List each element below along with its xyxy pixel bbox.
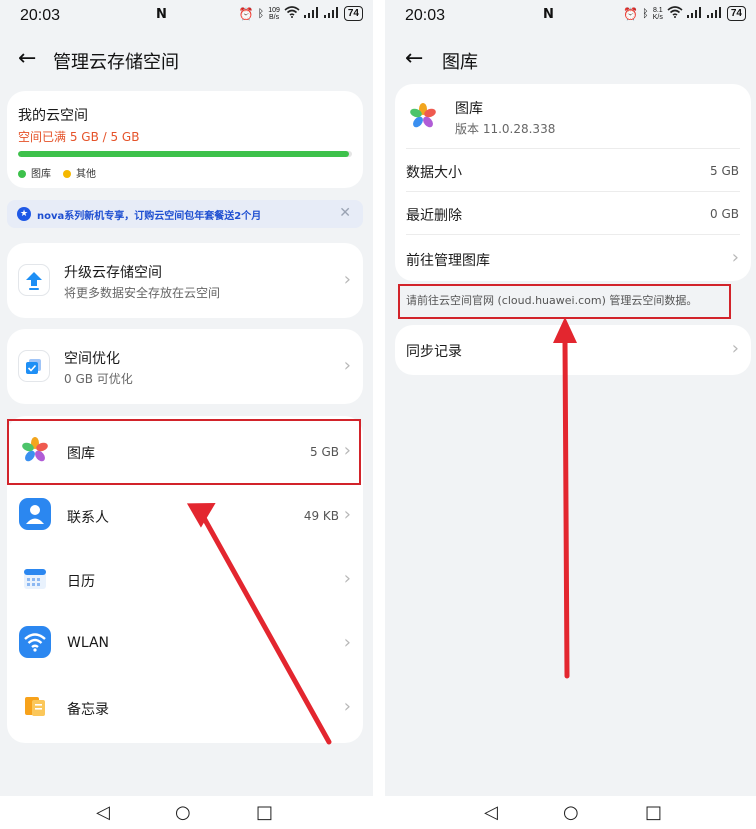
wifi-icon (284, 6, 300, 21)
highlight-box (7, 419, 361, 485)
promo-text: nova系列新机专享，订购云空间包年套餐送2个月 (37, 211, 262, 222)
legend-item-gallery: 图库 (18, 165, 51, 180)
chevron-right-icon: › (343, 355, 351, 376)
upload-icon (18, 264, 50, 296)
list-item-notes[interactable]: 备忘录 › (7, 676, 363, 740)
battery-icon: 74 (726, 6, 746, 21)
signal-icon (686, 6, 703, 21)
row-value: 0 GB (710, 207, 739, 221)
wifi-icon (19, 626, 51, 658)
notes-icon (19, 690, 51, 722)
network-speed: 8.1 K/s (652, 6, 663, 21)
navigation-bar: ◁ ○ □ (0, 796, 373, 829)
chevron-right-icon: › (731, 338, 739, 359)
calendar-icon (19, 562, 51, 594)
storage-card: 我的云空间 空间已满 5 GB / 5 GB 图库 其他 (7, 91, 363, 188)
status-bar: 20:03 N ⏰ ᛒ 109 B/s 74 (0, 0, 373, 32)
nfc-icon: N (156, 7, 167, 22)
chevron-right-icon: › (343, 568, 351, 589)
recently-deleted-row[interactable]: 最近删除 0 GB (395, 192, 751, 234)
signal-icon-2 (323, 6, 340, 21)
home-circle-icon[interactable]: ○ (563, 802, 579, 823)
manage-gallery-row[interactable]: 前往管理图库 › (395, 235, 751, 281)
wifi-icon (667, 6, 683, 21)
signal-icon (303, 6, 320, 21)
alarm-icon: ⏰ (238, 6, 254, 21)
upgrade-title: 升级云存储空间 (64, 265, 162, 281)
status-icons: ⏰ ᛒ 109 B/s 74 (239, 6, 363, 21)
legend-item-other: 其他 (63, 165, 96, 180)
sync-label: 同步记录 (406, 344, 462, 360)
gallery-icon (407, 100, 439, 132)
network-speed: 109 B/s (268, 6, 280, 21)
row-label: 数据大小 (406, 165, 462, 181)
storage-progress-fill (18, 151, 349, 157)
app-size: 49 KB (303, 509, 339, 523)
title-bar: ← 管理云存储空间 (0, 42, 373, 78)
status-icons: ⏰ ᛒ 8.1 K/s 74 (623, 6, 746, 21)
row-value: 5 GB (710, 164, 739, 178)
status-bar: 20:03 N ⏰ ᛒ 8.1 K/s 74 (385, 0, 756, 32)
upgrade-storage-card[interactable]: 升级云存储空间 将更多数据安全存放在云空间 › (7, 243, 363, 318)
title-bar: ← 图库 (385, 42, 756, 78)
right-screen: 20:03 N ⏰ ᛒ 8.1 K/s 74 ← 图库 图库 版本 11.0.2… (385, 0, 756, 829)
storage-progress-bar (18, 151, 352, 157)
chevron-right-icon: › (731, 247, 739, 268)
navigation-bar: ◁ ○ □ (385, 796, 756, 829)
app-name: 联系人 (67, 510, 109, 526)
status-time: 20:03 (20, 7, 61, 24)
chevron-right-icon: › (343, 632, 351, 653)
back-triangle-icon[interactable]: ◁ (484, 802, 498, 823)
status-time: 20:03 (405, 7, 446, 24)
app-name: 日历 (67, 574, 95, 590)
recent-square-icon[interactable]: □ (256, 802, 273, 823)
space-optimize-card[interactable]: 空间优化 0 GB 可优化 › (7, 329, 363, 404)
chevron-right-icon: › (343, 696, 351, 717)
app-version: 版本 11.0.28.338 (455, 122, 556, 136)
app-name: 备忘录 (67, 702, 109, 718)
chevron-right-icon: › (343, 269, 351, 290)
nfc-icon: N (543, 7, 554, 22)
list-item-wlan[interactable]: WLAN › (7, 612, 363, 676)
page-title: 管理云存储空间 (53, 52, 179, 73)
data-size-row: 数据大小 5 GB (395, 149, 751, 191)
app-name: 图库 (455, 101, 483, 117)
star-badge-icon: ★ (17, 207, 31, 221)
signal-icon-2 (706, 6, 723, 21)
recent-square-icon[interactable]: □ (645, 802, 662, 823)
upgrade-subtitle: 将更多数据安全存放在云空间 (64, 286, 221, 300)
home-circle-icon[interactable]: ○ (175, 802, 191, 823)
manage-note: 请前往云空间官网 (cloud.huawei.com) 管理云空间数据。 (406, 294, 698, 307)
storage-label: 我的云空间 (18, 108, 88, 124)
page-title: 图库 (442, 52, 478, 73)
arrow-left-icon[interactable]: ← (18, 46, 36, 71)
bluetooth-icon: ᛒ (642, 7, 649, 20)
sync-records-card[interactable]: 同步记录 › (395, 325, 751, 375)
row-label: 最近删除 (406, 208, 462, 224)
app-name: WLAN (67, 635, 110, 651)
list-item-contacts[interactable]: 联系人 49 KB › (7, 484, 363, 548)
promo-banner[interactable]: ★ nova系列新机专享，订购云空间包年套餐送2个月 ✕ (7, 200, 363, 228)
close-icon[interactable]: ✕ (339, 205, 351, 221)
optimize-subtitle: 0 GB 可优化 (64, 372, 133, 386)
optimize-title: 空间优化 (64, 351, 120, 367)
arrow-left-icon[interactable]: ← (405, 46, 423, 71)
alarm-icon: ⏰ (623, 6, 639, 21)
row-label: 前往管理图库 (406, 253, 490, 269)
battery-icon: 74 (343, 6, 363, 21)
storage-status: 空间已满 5 GB / 5 GB (18, 130, 140, 144)
chevron-right-icon: › (343, 504, 351, 525)
left-screen: 20:03 N ⏰ ᛒ 109 B/s 74 ← 管理云存储空间 我的云空间 空间… (0, 0, 373, 829)
gallery-detail-card: 图库 版本 11.0.28.338 数据大小 5 GB 最近删除 0 GB 前往… (395, 84, 751, 281)
back-triangle-icon[interactable]: ◁ (96, 802, 110, 823)
list-item-calendar[interactable]: 日历 › (7, 548, 363, 612)
checkbox-icon (18, 350, 50, 382)
storage-legend: 图库 其他 (18, 165, 96, 180)
bluetooth-icon: ᛒ (257, 7, 265, 20)
contacts-icon (19, 498, 51, 530)
